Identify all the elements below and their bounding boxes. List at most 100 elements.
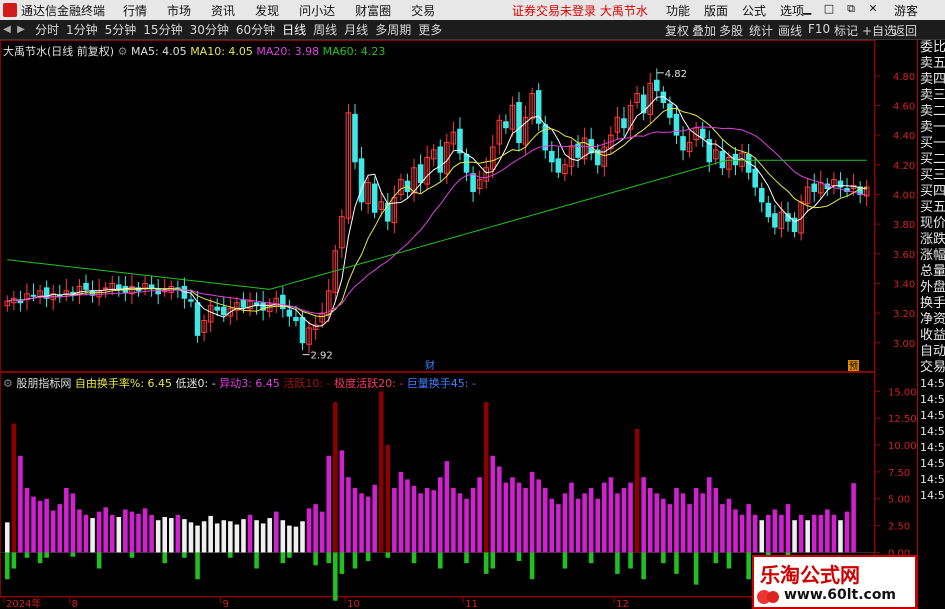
- negative-bar: [746, 552, 751, 580]
- negative-bar: [162, 552, 168, 564]
- period-tab-30min[interactable]: 30分钟: [190, 21, 229, 38]
- turnover-bar: [319, 511, 325, 553]
- menu-item-trade[interactable]: 交易: [411, 2, 435, 19]
- f10-button[interactable]: F10: [808, 22, 830, 36]
- close-icon[interactable]: ✕: [866, 2, 880, 16]
- side-panel-item: 交易: [920, 360, 945, 375]
- turnover-bar: [287, 525, 292, 553]
- period-tab-daily[interactable]: 日线: [282, 21, 306, 38]
- turnover-bar: [50, 510, 56, 553]
- mark-button[interactable]: 标记: [834, 22, 858, 39]
- turnover-bar: [444, 461, 450, 553]
- date-axis-label: 11: [465, 599, 478, 609]
- turnover-bar: [346, 477, 351, 553]
- period-tab-5min[interactable]: 5分钟: [105, 21, 137, 38]
- turnover-bar: [549, 498, 555, 553]
- main-panel-frame: [0, 40, 875, 372]
- period-tab-monthly[interactable]: 月线: [344, 21, 368, 38]
- candle-body: [811, 183, 818, 192]
- turnover-bar: [273, 511, 279, 553]
- menu-item-layout[interactable]: 版面: [704, 2, 728, 19]
- side-panel-item: 自动: [920, 344, 945, 359]
- guest-user[interactable]: 游客: [894, 2, 918, 19]
- menu-item-ask[interactable]: 问小达: [299, 2, 335, 19]
- turnover-bar: [713, 488, 719, 553]
- candle-body: [667, 103, 673, 118]
- price-axis-label: 4.40: [893, 131, 915, 142]
- turnover-bar: [575, 498, 581, 553]
- menu-item-discover[interactable]: 发现: [255, 2, 279, 19]
- negative-bar: [287, 552, 292, 558]
- maximize-icon[interactable]: □: [822, 2, 836, 16]
- chart-area[interactable]: 4.80 4.60 4.40 4.20 4.00 3.80 3.60 3.40 3.20 3.00…: [0, 40, 917, 609]
- turnover-bar: [805, 520, 810, 553]
- negative-bar: [44, 552, 49, 558]
- candle-body: [470, 173, 476, 192]
- candle-body: [621, 118, 627, 129]
- turnover-bar: [726, 498, 732, 553]
- draw-line-button[interactable]: 画线: [778, 22, 802, 39]
- menu-item-news[interactable]: 资讯: [211, 2, 235, 19]
- turnover-bar: [182, 519, 187, 553]
- price-axis-label: 4.60: [893, 101, 915, 112]
- menu-item-quotes[interactable]: 行情: [123, 2, 147, 19]
- negative-bar: [641, 552, 646, 580]
- date-axis-label: 12: [616, 599, 629, 609]
- back-arrow-icon[interactable]: ◀: [0, 24, 14, 35]
- menu-item-wealth[interactable]: 财富圈: [355, 2, 391, 19]
- side-panel-item: 收益: [920, 328, 945, 343]
- turnover-bar: [326, 455, 332, 553]
- turnover-bar: [556, 504, 561, 553]
- return-button[interactable]: 返回: [893, 22, 917, 39]
- settings-icon[interactable]: ⚙: [118, 45, 128, 58]
- candle-body: [148, 284, 155, 289]
- period-tab-weekly[interactable]: 周线: [313, 21, 337, 38]
- turnover-bar: [405, 479, 410, 553]
- period-tab-15min[interactable]: 15分钟: [143, 21, 182, 38]
- turnover-bar: [497, 466, 502, 553]
- menu-item-formula[interactable]: 公式: [742, 2, 766, 19]
- high-price-label: 4.82: [665, 69, 687, 80]
- period-tab-multi[interactable]: 多周期: [375, 21, 411, 38]
- negative-bar: [96, 552, 102, 569]
- candle-body: [155, 288, 161, 295]
- menu-item-function[interactable]: 功能: [666, 2, 690, 19]
- turnover-bar: [746, 504, 751, 553]
- restore-icon[interactable]: ⧉: [844, 2, 858, 16]
- add-favorite-button[interactable]: +自选: [862, 22, 896, 39]
- settings-icon[interactable]: ⚙: [3, 377, 13, 390]
- ma60-line: [7, 159, 867, 290]
- menu-item-market[interactable]: 市场: [167, 2, 191, 19]
- turnover-bar: [792, 520, 797, 553]
- minimize-icon[interactable]: ▁: [800, 2, 814, 16]
- candle-body: [102, 287, 109, 290]
- kline-chart-svg[interactable]: 4.80 4.60 4.40 4.20 4.00 3.80 3.60 3.40 3.20 3.00…: [0, 40, 917, 609]
- turnover-bar: [378, 391, 384, 553]
- candle-body: [673, 113, 680, 136]
- turnover-bar: [825, 509, 830, 553]
- turnover-bar: [720, 504, 725, 553]
- turnover-bar: [628, 482, 633, 553]
- period-tab-1min[interactable]: 1分钟: [66, 21, 98, 38]
- date-axis-label: 9: [223, 599, 229, 609]
- multi-stock-button[interactable]: 多股: [719, 22, 743, 39]
- turnover-bar: [411, 485, 417, 553]
- overlay-button[interactable]: 叠加: [692, 22, 716, 39]
- turnover-bar: [44, 498, 49, 553]
- negative-bar: [615, 552, 620, 574]
- forward-arrow-icon[interactable]: ▶: [14, 24, 28, 35]
- turnover-bar: [306, 508, 312, 553]
- login-notice[interactable]: 证券交易未登录 大禹节水: [512, 2, 648, 19]
- period-tab-60min[interactable]: 60分钟: [236, 21, 275, 38]
- side-panel-item: 14:56: [920, 377, 945, 390]
- stats-button[interactable]: 统计: [749, 22, 773, 39]
- right-menu: 功能 版面 公式 选项: [666, 2, 818, 19]
- turnover-bar: [70, 493, 76, 553]
- turnover-bar: [365, 496, 371, 553]
- candle-body: [417, 164, 424, 184]
- negative-bar: [483, 552, 489, 574]
- negative-bar: [674, 552, 679, 574]
- period-tab-more[interactable]: 更多: [418, 21, 442, 38]
- period-tab-intraday[interactable]: 分时: [35, 21, 59, 38]
- adjust-button[interactable]: 复权: [665, 22, 689, 39]
